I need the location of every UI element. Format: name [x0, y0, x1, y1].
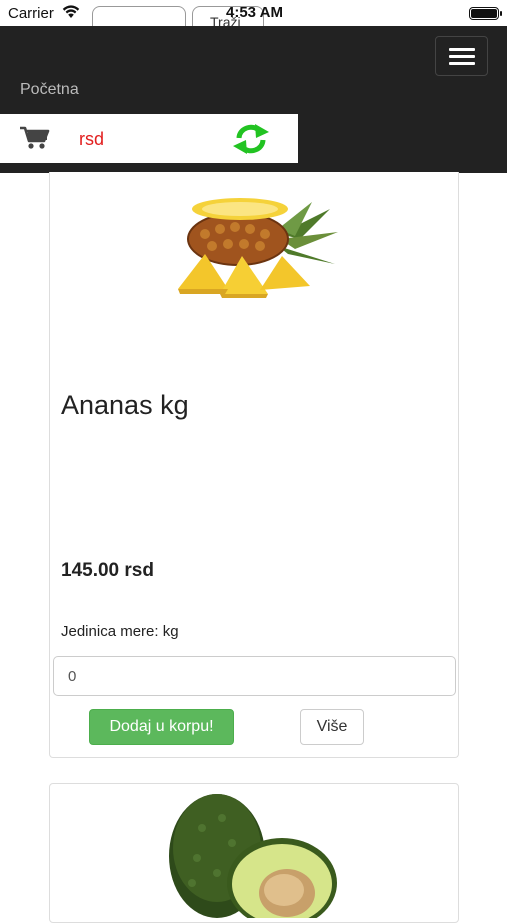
- more-button[interactable]: Više: [300, 709, 364, 745]
- carrier-label: Carrier: [8, 5, 54, 22]
- refresh-icon[interactable]: [231, 123, 271, 160]
- avocado-image: [162, 788, 337, 923]
- wifi-icon: [62, 5, 80, 24]
- shopping-cart-icon[interactable]: [20, 126, 50, 155]
- product-card: [49, 783, 459, 923]
- battery-icon: [469, 7, 502, 20]
- browser-tab-left[interactable]: [92, 6, 186, 28]
- quantity-input[interactable]: [53, 656, 456, 696]
- nav-home-link[interactable]: Početna: [20, 81, 79, 99]
- pineapple-image: [170, 194, 345, 314]
- add-to-cart-button[interactable]: Dodaj u korpu!: [89, 709, 234, 745]
- product-unit: Jedinica mere: kg: [61, 623, 179, 640]
- hamburger-menu-icon[interactable]: [435, 36, 488, 76]
- cart-bar: rsd: [0, 114, 298, 163]
- product-card: Ananas kg 145.00 rsd Jedinica mere: kg D…: [49, 172, 459, 758]
- product-price: 145.00 rsd: [61, 560, 154, 581]
- clock: 4:53 AM: [226, 4, 283, 21]
- navbar: Početna rsd: [0, 26, 507, 173]
- cart-currency: rsd: [79, 129, 105, 149]
- status-bar: Carrier Traži 4:53 AM: [0, 0, 507, 30]
- product-title: Ananas kg: [61, 390, 189, 420]
